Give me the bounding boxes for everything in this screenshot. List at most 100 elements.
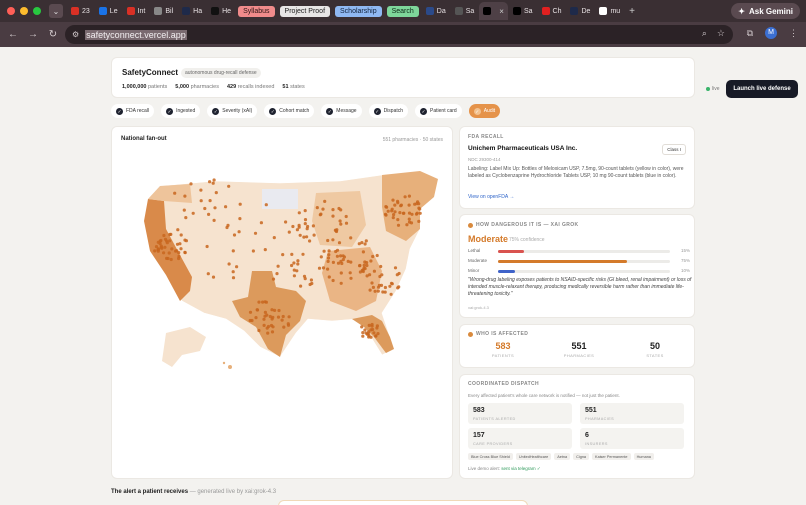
live-demo-prefix: Live demo alert: <box>468 466 501 471</box>
tab-label: mu <box>610 7 621 15</box>
live-demo-sent: sent via telegram ✓ <box>501 466 541 471</box>
browser-menu-icon[interactable]: ⋮ <box>789 28 798 39</box>
pharmacy-pin <box>271 277 276 281</box>
ask-gemini-button[interactable]: ✦ Ask Gemini <box>731 3 800 19</box>
pharmacy-pin <box>232 233 237 237</box>
browser-tab[interactable]: Bil <box>150 2 177 20</box>
bookmark-star-icon[interactable]: ☆ <box>717 28 725 39</box>
pharmacy-pin <box>224 205 228 209</box>
pharmacy-pin <box>292 274 296 278</box>
browser-tab[interactable]: Sa <box>509 2 537 20</box>
pharmacy-pin <box>227 184 231 188</box>
sparkle-icon: ✦ <box>738 6 745 16</box>
pipeline-step[interactable]: ✓ FDA recall <box>111 104 155 118</box>
pharmacy-pin <box>375 253 379 258</box>
pharmacy-pin <box>344 221 349 225</box>
affected-value: 50 <box>649 341 660 351</box>
browser-tab[interactable]: De <box>566 2 594 20</box>
bookmark-group-tab[interactable]: Syllabus <box>238 5 275 17</box>
pharmacy-pin <box>365 263 369 268</box>
dispatch-label: PHARMACIES <box>585 417 615 421</box>
browser-tab[interactable]: × <box>479 2 508 20</box>
browser-tab[interactable]: Ha <box>178 2 206 20</box>
app-header: SafetyConnect autonomous drug-recall def… <box>111 57 798 98</box>
pharmacy-pin <box>199 188 203 192</box>
browser-tab[interactable]: Da <box>422 2 450 20</box>
tab-label: Le <box>109 7 118 15</box>
recall-firm: Unichem Pharmaceuticals USA Inc. <box>468 145 578 152</box>
pipeline-step[interactable]: ✓ Audit <box>468 104 501 118</box>
hawaii-dot-2 <box>222 361 226 365</box>
pharmacy-pin <box>393 266 398 270</box>
pharmacy-pin <box>205 244 209 249</box>
pharmacy-pin <box>363 242 367 246</box>
pharmacy-pin <box>183 238 187 242</box>
stat-label: states <box>290 84 305 90</box>
check-icon: ✓ <box>212 107 220 115</box>
pharmacy-pin <box>312 233 316 237</box>
affected-label: PATIENTS <box>491 353 515 358</box>
pharmacy-pin <box>357 242 361 246</box>
browser-tab[interactable]: 23 <box>67 2 94 20</box>
reload-icon[interactable]: ↻ <box>43 29 63 40</box>
minimize-window-button[interactable] <box>20 7 28 15</box>
pipeline-step[interactable]: ✓ Cohort match <box>264 104 315 118</box>
back-arrow-icon[interactable]: ← <box>3 29 23 40</box>
view-on-openfda-link[interactable]: View on openFDA → <box>468 194 514 200</box>
bookmark-group-tab[interactable]: Project Proof <box>279 5 331 17</box>
maximize-window-button[interactable] <box>33 7 41 15</box>
pipeline-step[interactable]: ✓ Message <box>321 104 362 118</box>
insurer-chips: Blue Cross Blue Shield UnitedHealthcare Ae… <box>468 453 654 460</box>
pharmacy-pin <box>331 260 335 264</box>
bookmark-group-tab[interactable]: Scholarship <box>335 5 382 17</box>
pharmacy-pin <box>168 232 172 237</box>
globe-icon <box>454 7 463 15</box>
pharmacy-pin <box>349 276 353 280</box>
zoom-icon[interactable]: ⌕ <box>702 28 707 39</box>
browser-tab[interactable]: mu <box>595 2 624 20</box>
pharmacy-pin <box>383 212 388 216</box>
browser-tab[interactable]: Ch <box>538 2 566 20</box>
pharmacy-pin <box>389 292 393 296</box>
profile-avatar[interactable]: M <box>765 27 777 39</box>
extensions-icon[interactable]: ⧉ <box>747 28 753 39</box>
pharmacy-pin <box>377 285 381 289</box>
pipeline-step[interactable]: ✓ Ingested <box>161 104 201 118</box>
tab-search-button[interactable]: ⌄ <box>49 4 63 18</box>
pharmacy-pin <box>344 214 348 219</box>
site-settings-icon[interactable]: ⚙ <box>72 30 79 39</box>
browser-tab[interactable]: He <box>207 2 235 20</box>
url-text[interactable]: safetyconnect.vercel.app <box>85 29 187 40</box>
ndc-code: NDC 29300-414 <box>468 157 501 162</box>
pharmacy-pin <box>305 235 309 239</box>
address-bar[interactable]: ⚙ safetyconnect.vercel.app ⌕ ☆ <box>65 25 733 44</box>
pharmacy-pin <box>264 203 268 207</box>
browser-tab[interactable]: Int <box>123 2 150 20</box>
pipeline-step[interactable]: ✓ Patient card <box>415 104 462 118</box>
browser-tab[interactable]: Sa <box>451 2 479 20</box>
puzzle-icon <box>154 7 163 15</box>
orange-dot-icon <box>468 331 473 337</box>
launch-live-defense-button[interactable]: Launch live defense <box>726 80 798 98</box>
severity-fill <box>498 250 524 253</box>
pharmacy-pin <box>298 233 302 237</box>
pharmacy-pin <box>179 233 183 237</box>
pipeline-step[interactable]: ✓ Severity (xAI) <box>207 104 258 118</box>
pharmacy-pin <box>287 230 291 234</box>
pharmacy-pin <box>308 239 312 243</box>
bookmark-group-tab[interactable]: Search <box>386 5 419 17</box>
browser-tab[interactable]: Le <box>95 2 122 20</box>
severity-percent: 75% <box>680 258 690 263</box>
insurer-chip: Kaiser Permanente <box>592 453 631 460</box>
insurer-chip: Cigna <box>573 453 590 460</box>
dispatch-stat: 157 CARE PROVIDERS <box>468 428 572 449</box>
step-label: Cohort match <box>279 108 310 114</box>
pharmacy-pin <box>178 242 182 246</box>
close-tab-icon[interactable]: × <box>499 7 504 16</box>
pharmacy-pin <box>292 261 296 265</box>
pharmacy-pin <box>384 205 388 209</box>
new-tab-icon[interactable]: + <box>629 6 635 17</box>
forward-arrow-icon[interactable]: → <box>23 29 43 40</box>
close-window-button[interactable] <box>7 7 15 15</box>
pipeline-step[interactable]: ✓ Dispatch <box>368 104 409 118</box>
